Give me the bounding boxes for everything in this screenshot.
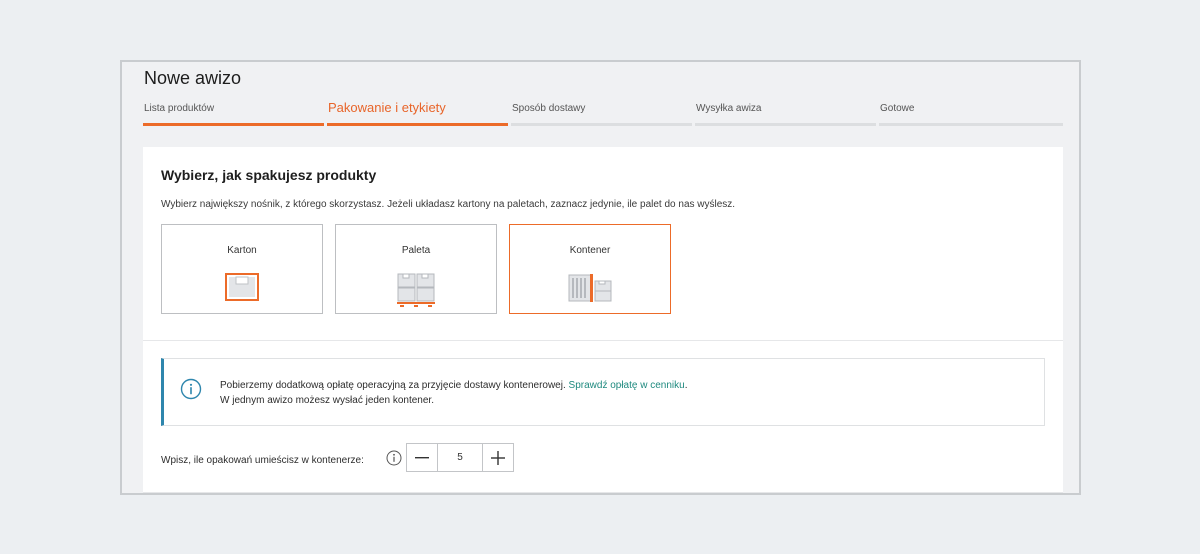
- step-send-advice[interactable]: Wysyłka awiza: [695, 98, 876, 126]
- packing-title: Wybierz, jak spakujesz produkty: [161, 167, 377, 183]
- option-label: Karton: [227, 245, 257, 256]
- decrement-button[interactable]: [407, 444, 437, 471]
- quantity-stepper: 5: [406, 443, 514, 472]
- info-icon: [180, 378, 202, 400]
- increment-button[interactable]: [483, 444, 513, 471]
- option-label: Kontener: [569, 245, 611, 256]
- info-text: Pobierzemy dodatkową opłatę operacyjną z…: [220, 378, 688, 408]
- quantity-label: Wpisz, ile opakowań umieścisz w kontener…: [161, 455, 364, 466]
- option-label: Paleta: [401, 245, 431, 256]
- packing-description: Wybierz największy nośnik, z którego sko…: [161, 199, 736, 210]
- step-bar: [511, 123, 692, 126]
- quantity-info-icon[interactable]: [386, 450, 402, 466]
- step-label: Gotowe: [880, 103, 915, 114]
- page-title: Nowe awizo: [144, 68, 242, 88]
- new-advice-window: Nowe awizo Lista produktów Pakowanie i e…: [120, 60, 1081, 495]
- step-bar: [143, 123, 324, 126]
- step-product-list[interactable]: Lista produktów: [143, 98, 324, 126]
- step-packing-labels[interactable]: Pakowanie i etykiety: [327, 98, 508, 126]
- progress-stepper: Lista produktów Pakowanie i etykiety Spo…: [143, 98, 1063, 126]
- quantity-input[interactable]: 5: [437, 444, 483, 471]
- step-label: Wysyłka awiza: [696, 103, 762, 114]
- info-line-2: W jednym awizo możesz wysłać jeden konte…: [220, 395, 434, 406]
- step-label: Lista produktów: [144, 103, 215, 114]
- info-period: .: [684, 380, 688, 391]
- container-icon: [568, 274, 612, 302]
- section-divider-bottom: [143, 492, 1063, 493]
- step-bar: [695, 123, 876, 126]
- step-delivery-method[interactable]: Sposób dostawy: [511, 98, 692, 126]
- step-bar: [879, 123, 1063, 126]
- minus-icon: [415, 456, 429, 458]
- pallet-icon: [397, 273, 435, 307]
- plus-icon: [491, 450, 505, 465]
- step-done[interactable]: Gotowe: [879, 98, 1063, 126]
- option-kontener[interactable]: Kontener: [509, 224, 671, 314]
- pricing-link[interactable]: Sprawdź opłatę w cenniku: [569, 380, 685, 391]
- info-box: Pobierzemy dodatkową opłatę operacyjną z…: [161, 358, 1045, 426]
- step-bar: [327, 123, 508, 126]
- packing-card: Wybierz, jak spakujesz produkty Wybierz …: [143, 147, 1063, 493]
- option-karton[interactable]: Karton: [161, 224, 323, 314]
- info-message: Pobierzemy dodatkową opłatę operacyjną z…: [220, 380, 566, 391]
- step-label: Sposób dostawy: [512, 103, 586, 114]
- section-divider: [143, 340, 1063, 341]
- info-line-1: Pobierzemy dodatkową opłatę operacyjną z…: [220, 378, 688, 393]
- step-label: Pakowanie i etykiety: [328, 100, 446, 115]
- option-paleta[interactable]: Paleta: [335, 224, 497, 314]
- box-icon: [225, 273, 259, 301]
